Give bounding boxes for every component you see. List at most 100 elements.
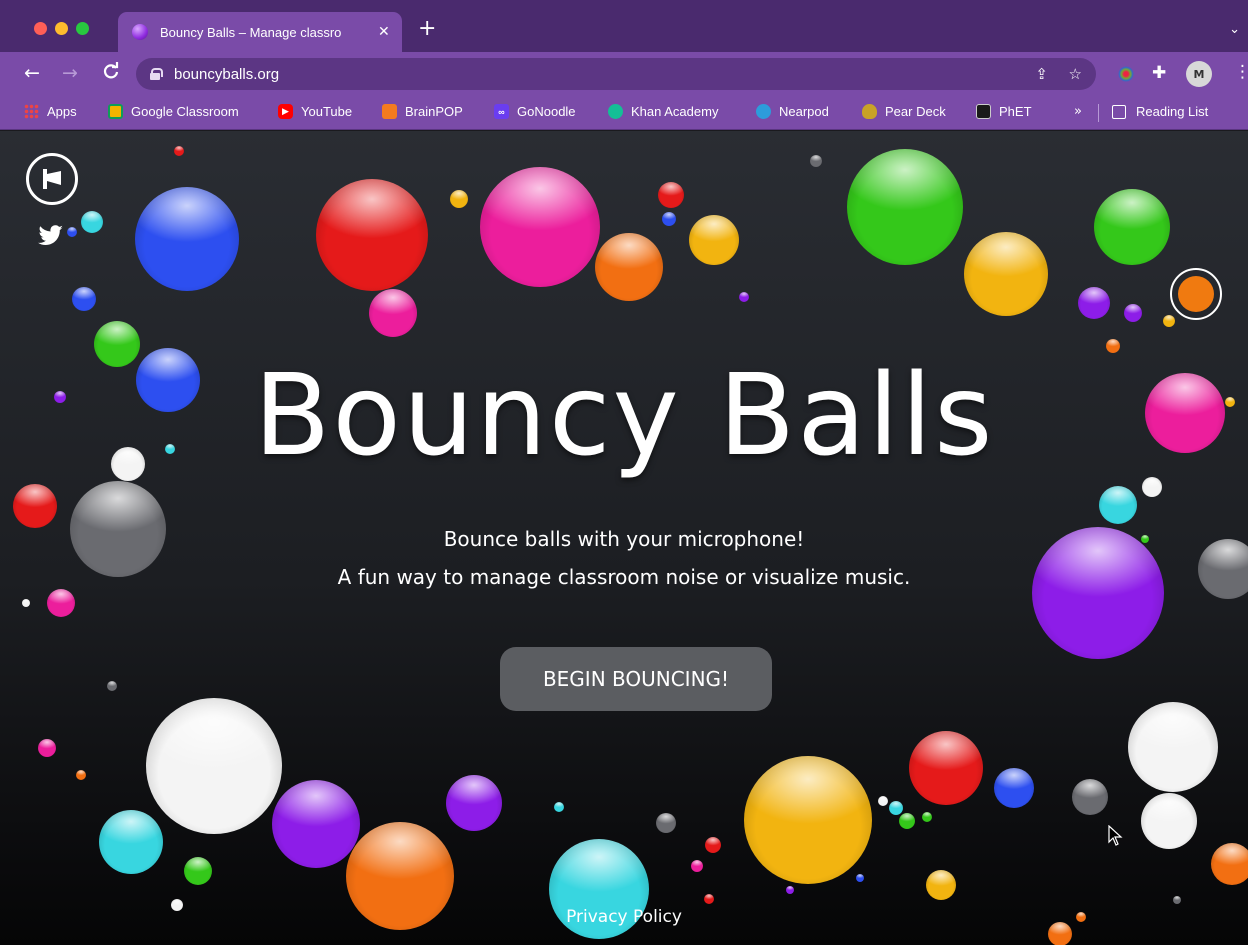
red-ball: [704, 894, 714, 904]
close-window-button[interactable]: [34, 22, 47, 35]
maximize-window-button[interactable]: [76, 22, 89, 35]
bookmark-label: Pear Deck: [885, 104, 946, 119]
green-ball: [184, 857, 212, 885]
gray-ball: [810, 155, 822, 167]
orange-ball: [1211, 843, 1248, 885]
reading-list-button[interactable]: Reading List: [1112, 104, 1208, 119]
orange-ball: [595, 233, 663, 301]
white-ball: [1141, 793, 1197, 849]
bookmark-pear-deck[interactable]: Pear Deck: [862, 104, 946, 119]
blue-ball: [135, 187, 239, 291]
bookmark-label: BrainPOP: [405, 104, 463, 119]
address-bar[interactable]: bouncyballs.org ⇪ ☆: [136, 58, 1096, 90]
purple-ball: [786, 886, 794, 894]
bookmark-label: Google Classroom: [131, 104, 239, 119]
blue-ball: [72, 287, 96, 311]
google-classroom-icon: [108, 104, 123, 119]
gray-ball: [1173, 896, 1181, 904]
back-arrow-icon[interactable]: ←: [24, 62, 40, 84]
pink-ball: [47, 589, 75, 617]
bookmark-label: YouTube: [301, 104, 353, 119]
pink-ball: [369, 289, 417, 337]
blue-ball: [67, 227, 77, 237]
gray-ball: [107, 681, 117, 691]
url-text[interactable]: bouncyballs.org: [174, 66, 279, 83]
tab-title: Bouncy Balls – Manage classro: [160, 24, 342, 40]
tab-close-icon[interactable]: ✕: [378, 24, 390, 40]
tab-search-chevron-down-icon[interactable]: ⌄: [1229, 22, 1240, 37]
bookmark-star-icon[interactable]: ☆: [1069, 65, 1082, 83]
ball-color-settings-button[interactable]: [1170, 268, 1222, 320]
minimize-window-button[interactable]: [55, 22, 68, 35]
cyan-ball: [81, 211, 103, 233]
bookmark-brainpop[interactable]: BrainPOP: [382, 104, 463, 119]
gray-ball: [1072, 779, 1108, 815]
red-ball: [658, 182, 684, 208]
profile-avatar[interactable]: M: [1186, 61, 1212, 87]
subtitle-line-2: A fun way to manage classroom noise or v…: [337, 565, 911, 589]
new-tab-button[interactable]: +: [418, 18, 436, 40]
yellow-ball: [964, 232, 1048, 316]
privacy-policy-link[interactable]: Privacy Policy: [0, 907, 1248, 927]
apps-grid-icon: [24, 104, 39, 119]
red-ball: [174, 146, 184, 156]
bookmark-gonoodle[interactable]: ∞ GoNoodle: [494, 104, 576, 119]
cyan-ball: [1099, 486, 1137, 524]
blue-ball: [856, 874, 864, 882]
ball-color-swatch: [1178, 276, 1214, 312]
more-menu-icon[interactable]: ⋮: [1234, 62, 1248, 82]
blue-ball: [994, 768, 1034, 808]
yellow-ball: [926, 870, 956, 900]
reload-icon[interactable]: [102, 62, 120, 85]
khan-academy-icon: [608, 104, 623, 119]
nearpod-icon: [756, 104, 771, 119]
extensions-puzzle-icon[interactable]: ✚: [1152, 63, 1166, 83]
purple-ball: [1078, 287, 1110, 319]
green-ball: [1094, 189, 1170, 265]
bookmark-khan-academy[interactable]: Khan Academy: [608, 104, 718, 119]
gray-ball: [656, 813, 676, 833]
youtube-icon: ▶: [278, 104, 293, 119]
pink-ball: [480, 167, 600, 287]
lock-icon[interactable]: [150, 68, 163, 80]
bookmarks-bar: Apps Google Classroom ▶ YouTube BrainPOP…: [0, 96, 1248, 130]
green-ball: [922, 812, 932, 822]
red-ball: [909, 731, 983, 805]
purple-ball: [1124, 304, 1142, 322]
bookmark-phet[interactable]: PhET: [976, 104, 1032, 119]
purple-ball: [739, 292, 749, 302]
brainpop-icon: [382, 104, 397, 119]
bookmarks-overflow-button[interactable]: »: [1074, 104, 1082, 119]
browser-tab-bar: Bouncy Balls – Manage classro ✕ + ⌄: [0, 0, 1248, 52]
red-ball: [316, 179, 428, 291]
bookmark-label: Apps: [47, 104, 77, 119]
yellow-ball: [450, 190, 468, 208]
bouncy-balls-page: Bouncy Balls Bounce balls with your micr…: [0, 131, 1248, 945]
extension-icon[interactable]: [1118, 66, 1134, 82]
white-ball: [878, 796, 888, 806]
brand-logo[interactable]: [26, 153, 78, 205]
red-ball: [13, 484, 57, 528]
bookmark-apps[interactable]: Apps: [24, 104, 77, 119]
bookmark-label: GoNoodle: [517, 104, 576, 119]
active-tab[interactable]: Bouncy Balls – Manage classro ✕: [118, 12, 402, 52]
bookmark-youtube[interactable]: ▶ YouTube: [278, 104, 352, 119]
mouse-cursor-icon: [1108, 825, 1123, 846]
begin-bouncing-button[interactable]: BEGIN BOUNCING!: [500, 647, 772, 711]
green-ball: [899, 813, 915, 829]
reading-list-icon: [1112, 104, 1126, 119]
bookmark-label: Khan Academy: [631, 104, 719, 119]
cyan-ball: [889, 801, 903, 815]
forward-arrow-icon[interactable]: →: [62, 62, 78, 84]
reading-list-label: Reading List: [1136, 104, 1209, 119]
pear-deck-icon: [862, 104, 877, 119]
bookmark-nearpod[interactable]: Nearpod: [756, 104, 829, 119]
twitter-icon[interactable]: [38, 225, 64, 251]
share-icon[interactable]: ⇪: [1035, 65, 1048, 83]
yellow-ball: [689, 215, 739, 265]
flag-logo-icon: [43, 169, 61, 189]
bookmarks-divider: [1098, 104, 1099, 122]
pink-ball: [691, 860, 703, 872]
page-title: Bouncy Balls: [253, 351, 995, 481]
bookmark-google-classroom[interactable]: Google Classroom: [108, 104, 239, 119]
